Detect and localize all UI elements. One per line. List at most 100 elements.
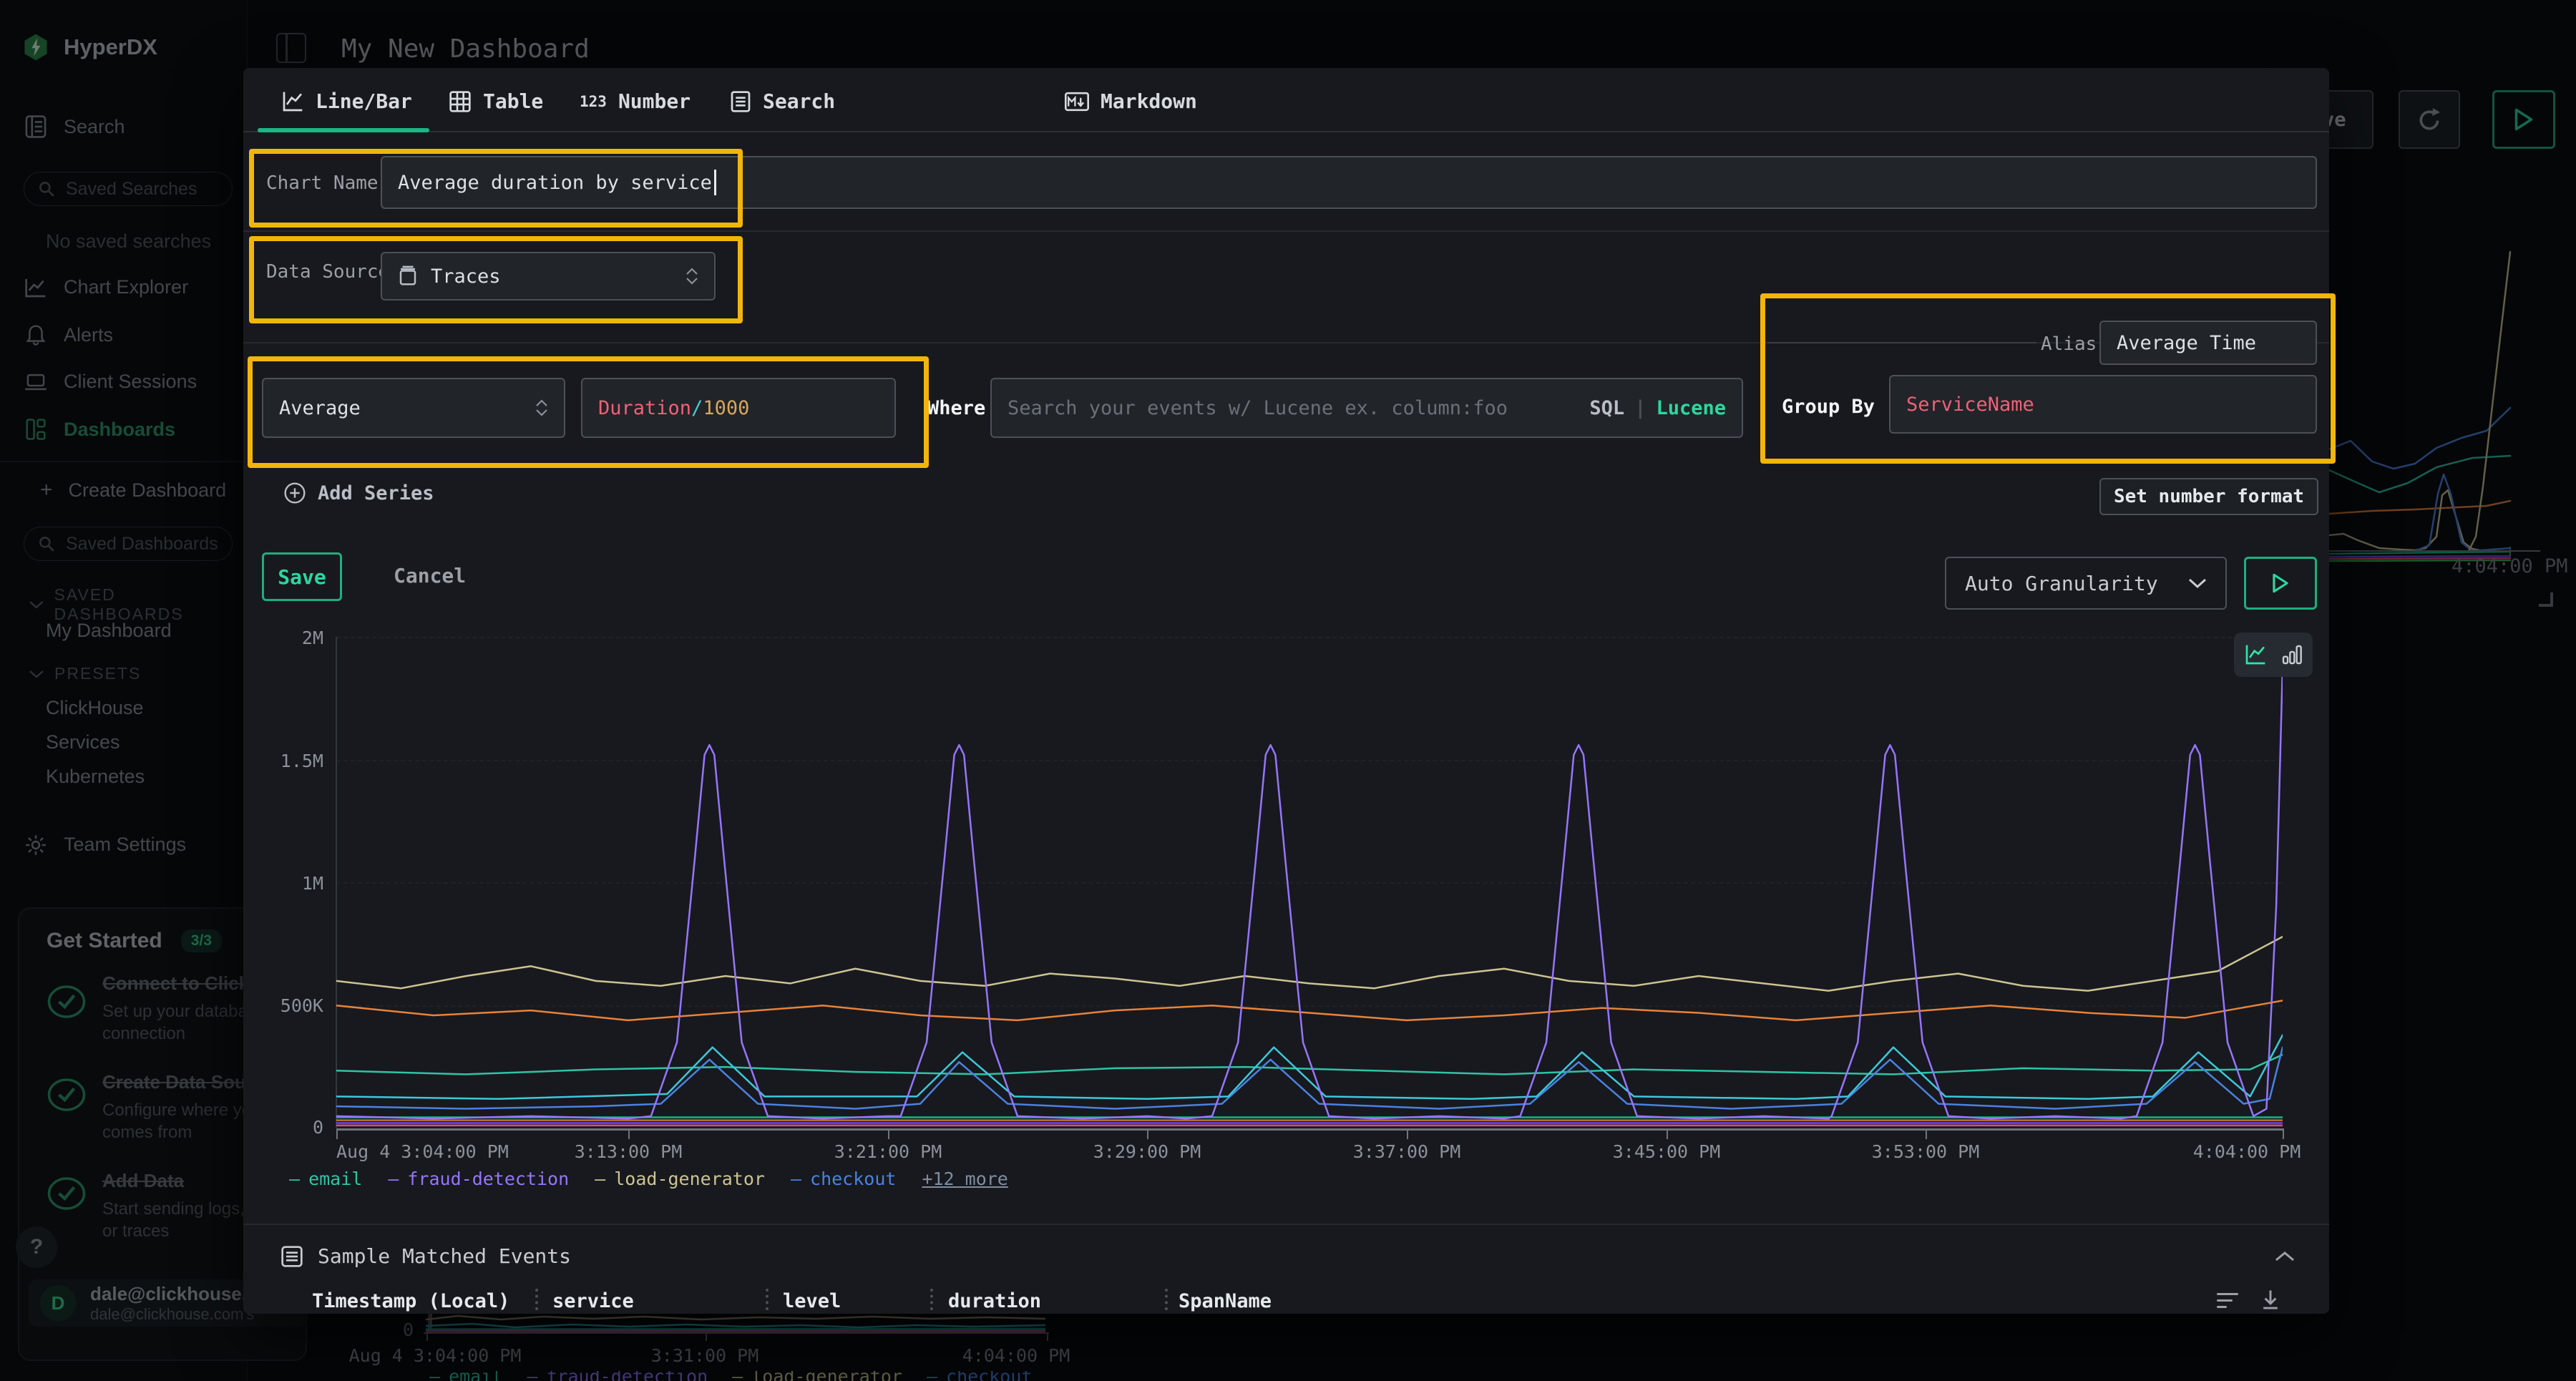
- sample-events-header[interactable]: Sample Matched Events: [280, 1244, 571, 1268]
- granularity-select[interactable]: Auto Granularity: [1945, 557, 2227, 610]
- tab-markdown[interactable]: Markdown: [1065, 89, 1197, 113]
- group-by-value: ServiceName: [1906, 394, 2034, 416]
- column-header-level[interactable]: level: [783, 1290, 841, 1312]
- table-menu-icon[interactable]: [2217, 1293, 2238, 1308]
- legend-label: email: [308, 1168, 362, 1189]
- tab-search[interactable]: Search: [730, 89, 835, 113]
- group-by-label: Group By: [1782, 396, 1875, 418]
- chevron-down-icon: [2188, 577, 2207, 589]
- x-axis-tick: 3:13:00 PM: [575, 1141, 683, 1162]
- x-axis-tick: 3:53:00 PM: [1872, 1141, 1980, 1162]
- tab-label: Markdown: [1101, 89, 1197, 113]
- row-divider: [243, 230, 2329, 232]
- tab-label: Table: [483, 89, 543, 113]
- column-header-timestamp[interactable]: Timestamp (Local): [312, 1290, 509, 1312]
- x-axis-tick: 3:21:00 PM: [834, 1141, 942, 1162]
- y-axis-tick: 2M: [243, 628, 323, 648]
- add-series-button[interactable]: Add Series: [283, 482, 434, 504]
- alias-input[interactable]: Average Time: [2099, 321, 2317, 365]
- legend-item-checkout[interactable]: —checkout: [791, 1168, 896, 1189]
- alias-value: Average Time: [2117, 332, 2256, 354]
- legend-item-load-generator[interactable]: —load-generator: [595, 1168, 765, 1189]
- search-list-icon: [730, 90, 751, 113]
- expression-operator: /: [691, 397, 703, 419]
- x-axis-tick: 4:04:00 PM: [2193, 1141, 2301, 1162]
- line-chart-icon: [281, 90, 304, 113]
- chart-name-label: Chart Name: [266, 172, 379, 194]
- database-icon: [398, 265, 418, 287]
- tab-line-bar[interactable]: Line/Bar: [281, 89, 412, 113]
- lucene-toggle[interactable]: Lucene: [1656, 397, 1726, 419]
- column-separator[interactable]: [535, 1289, 538, 1310]
- download-icon[interactable]: [2260, 1289, 2281, 1312]
- set-number-format-button[interactable]: Set number format: [2099, 478, 2318, 515]
- legend-swatch: —: [289, 1168, 300, 1189]
- data-source-select[interactable]: Traces: [381, 252, 716, 301]
- line-chart-toggle-icon[interactable]: [2244, 643, 2267, 666]
- list-box-icon: [280, 1245, 303, 1268]
- table-icon: [449, 90, 472, 113]
- tab-table[interactable]: Table: [449, 89, 543, 113]
- tab-label: Number: [618, 89, 691, 113]
- select-chevrons-icon: [686, 268, 698, 285]
- sql-toggle[interactable]: SQL: [1589, 397, 1624, 419]
- chart-name-input[interactable]: Average duration by service: [381, 156, 2317, 209]
- tab-label: Line/Bar: [316, 89, 412, 113]
- expression-value: 1000: [703, 397, 749, 419]
- x-axis-tick: 3:37:00 PM: [1353, 1141, 1461, 1162]
- text-cursor: [714, 170, 716, 195]
- play-icon: [2271, 572, 2290, 594]
- aggregation-value: Average: [279, 397, 361, 419]
- run-chart-button[interactable]: [2244, 557, 2317, 610]
- data-source-value: Traces: [431, 265, 501, 288]
- select-chevrons-icon: [535, 399, 548, 416]
- tabs-divider: [243, 131, 2329, 132]
- y-axis-tick: 0: [243, 1117, 323, 1138]
- tab-number[interactable]: 123 Number: [580, 89, 691, 113]
- granularity-value: Auto Granularity: [1965, 572, 2158, 595]
- where-label: Where: [927, 397, 985, 419]
- column-separator[interactable]: [930, 1289, 933, 1310]
- column-separator[interactable]: [1165, 1289, 1168, 1310]
- alias-connector-line: [1767, 342, 2036, 343]
- expression-field: Duration: [598, 397, 691, 419]
- bar-chart-toggle-icon[interactable]: [2281, 643, 2303, 666]
- column-header-service[interactable]: service: [552, 1290, 634, 1312]
- column-header-duration[interactable]: duration: [948, 1290, 1041, 1312]
- y-axis-tick: 500K: [243, 995, 323, 1016]
- column-separator[interactable]: [766, 1289, 769, 1310]
- legend-item-email[interactable]: — email: [289, 1168, 362, 1189]
- sample-events-title: Sample Matched Events: [318, 1244, 571, 1268]
- x-axis-tick: 3:29:00 PM: [1093, 1141, 1201, 1162]
- aggregation-select[interactable]: Average: [262, 378, 565, 438]
- x-axis-tick: 3:45:00 PM: [1613, 1141, 1721, 1162]
- column-header-spanname[interactable]: SpanName: [1179, 1290, 1272, 1312]
- y-axis-tick: 1M: [243, 873, 323, 894]
- collapse-chevron-icon[interactable]: [2274, 1250, 2296, 1263]
- expression-input[interactable]: Duration/1000: [581, 378, 896, 438]
- tab-label: Search: [763, 89, 835, 113]
- data-source-label: Data Source: [266, 261, 389, 283]
- markdown-icon: [1065, 91, 1089, 112]
- section-divider: [243, 1224, 2329, 1225]
- number-123-icon: 123: [580, 93, 607, 110]
- x-axis-tick: Aug 4 3:04:00 PM: [336, 1141, 509, 1162]
- main-chart: [336, 637, 2283, 1128]
- alias-label: Alias: [2041, 333, 2097, 355]
- save-button[interactable]: Save: [262, 552, 342, 601]
- screen: HyperDX Search Saved Searches No saved s…: [0, 0, 2576, 1381]
- chart-legend: —email —fraud-detection —load-generator …: [289, 1168, 1008, 1189]
- where-search-input[interactable]: Search your events w/ Lucene ex. column:…: [990, 378, 1743, 438]
- y-axis-tick: 1.5M: [243, 751, 323, 771]
- chart-name-value: Average duration by service: [398, 172, 712, 194]
- chart-type-toggle: [2234, 633, 2313, 677]
- active-tab-underline: [258, 128, 429, 132]
- legend-item-fraud-detection[interactable]: —fraud-detection: [388, 1168, 569, 1189]
- edit-chart-modal: Line/Bar Table 123 Number Search Markdow…: [243, 68, 2329, 1314]
- plus-circle-icon: [283, 482, 306, 504]
- cancel-button[interactable]: Cancel: [394, 564, 466, 587]
- add-series-label: Add Series: [318, 482, 434, 504]
- group-by-input[interactable]: ServiceName: [1889, 375, 2317, 434]
- where-placeholder: Search your events w/ Lucene ex. column:…: [1008, 397, 1508, 419]
- legend-more-link[interactable]: +12 more: [922, 1168, 1008, 1189]
